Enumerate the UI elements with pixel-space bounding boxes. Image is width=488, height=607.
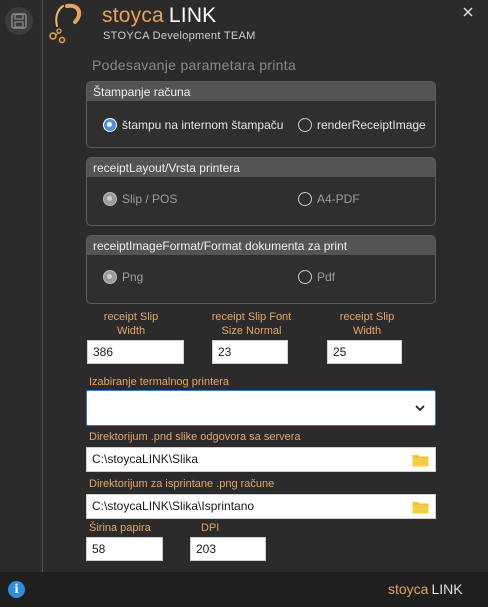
label-line: Width bbox=[352, 325, 382, 337]
radio-png[interactable]: Png bbox=[103, 270, 143, 284]
dir-printed-input[interactable]: C:\stoycaLINK\Slika\Isprintano bbox=[86, 494, 436, 519]
status-bar: i stoyca LINK bbox=[0, 572, 488, 607]
group-receipt-layout: receiptLayout/Vrsta printera Slip / POS … bbox=[86, 157, 436, 226]
slip-width-2-input[interactable]: 25 bbox=[327, 340, 402, 364]
chevron-down-icon bbox=[415, 405, 425, 412]
label-line: Size Normal bbox=[221, 325, 282, 337]
group-title: receiptLayout/Vrsta printera bbox=[87, 158, 435, 177]
footer-brand: stoyca LINK bbox=[388, 581, 463, 597]
radio-unselected-icon bbox=[298, 192, 312, 206]
slip-width-input[interactable]: 386 bbox=[87, 340, 184, 364]
slip-width-label: receipt Slip Width bbox=[86, 310, 176, 338]
radio-pdf[interactable]: Pdf bbox=[298, 270, 335, 284]
radio-render-receipt-image[interactable]: renderReceiptImage bbox=[298, 118, 426, 132]
paper-width-input[interactable]: 58 bbox=[86, 537, 163, 561]
brand-name: stoyca bbox=[102, 4, 164, 27]
footer-brand-link: LINK bbox=[431, 581, 463, 597]
team-subtitle: STOYCA Development TEAM bbox=[103, 30, 256, 42]
dir-png-input[interactable]: C:\stoycaLINK\Slika bbox=[86, 447, 436, 472]
radio-label: A4-PDF bbox=[317, 192, 360, 206]
dir-png-value: C:\stoycaLINK\Slika bbox=[92, 452, 199, 466]
page-title: Podesavanje parametara printa bbox=[92, 57, 297, 73]
radio-selected-icon bbox=[103, 118, 117, 132]
radio-interni-stampac[interactable]: štampu na internom štampaču bbox=[103, 118, 283, 132]
app-brand: stoyca LINK bbox=[102, 4, 216, 28]
group-receipt-image-format: receiptImageFormat/Format dokumenta za p… bbox=[86, 235, 436, 304]
radio-selected-icon bbox=[103, 270, 117, 284]
radio-selected-icon bbox=[103, 192, 117, 206]
label-line: receipt Slip Font bbox=[211, 311, 292, 323]
sidebar-divider bbox=[42, 0, 43, 572]
radio-slip-pos[interactable]: Slip / POS bbox=[103, 192, 177, 206]
brand-link: LINK bbox=[168, 4, 217, 27]
slip-font-size-input[interactable]: 23 bbox=[212, 340, 288, 364]
paper-width-label: Širina papira bbox=[89, 522, 151, 534]
radio-label: renderReceiptImage bbox=[317, 118, 426, 132]
save-button[interactable] bbox=[5, 7, 33, 35]
folder-icon[interactable] bbox=[412, 453, 429, 467]
stoyca-logo-icon bbox=[49, 3, 82, 44]
slip-font-size-label: receipt Slip Font Size Normal bbox=[204, 310, 299, 338]
label-line: receipt Slip bbox=[339, 311, 395, 323]
info-icon[interactable]: i bbox=[8, 581, 25, 598]
folder-icon[interactable] bbox=[412, 500, 429, 514]
group-title: Štampanje računa bbox=[87, 82, 435, 101]
group-stampanje-racuna: Štampanje računa štampu na internom štam… bbox=[86, 81, 436, 148]
dpi-label: DPI bbox=[201, 522, 220, 534]
dir-printed-value: C:\stoycaLINK\Slika\Isprintano bbox=[92, 499, 255, 513]
printer-select-label: Izabiranje termalnog printera bbox=[89, 376, 230, 388]
dir-png-label: Direktorijum .pnd slike odgovora sa serv… bbox=[89, 431, 301, 443]
radio-unselected-icon bbox=[298, 270, 312, 284]
close-icon bbox=[463, 7, 473, 17]
label-line: Width bbox=[116, 325, 146, 337]
radio-label: Pdf bbox=[317, 270, 336, 284]
radio-a4-pdf[interactable]: A4-PDF bbox=[298, 192, 360, 206]
title-bar: stoyca LINK STOYCA Development TEAM bbox=[0, 0, 488, 50]
dpi-input[interactable]: 203 bbox=[190, 537, 266, 561]
group-title: receiptImageFormat/Format dokumenta za p… bbox=[87, 236, 435, 255]
radio-label: Slip / POS bbox=[122, 192, 178, 206]
save-icon bbox=[11, 13, 27, 29]
footer-brand-name: stoyca bbox=[388, 581, 429, 597]
radio-unselected-icon bbox=[298, 118, 312, 132]
radio-label: štampu na internom štampaču bbox=[122, 118, 284, 132]
printer-select[interactable] bbox=[86, 390, 436, 426]
dir-printed-label: Direktorijum za isprintane .png račune bbox=[89, 478, 275, 490]
slip-width-2-label: receipt Slip Width bbox=[326, 310, 408, 338]
radio-label: Png bbox=[122, 270, 144, 284]
close-button[interactable] bbox=[460, 4, 476, 20]
label-line: receipt Slip bbox=[103, 311, 159, 323]
